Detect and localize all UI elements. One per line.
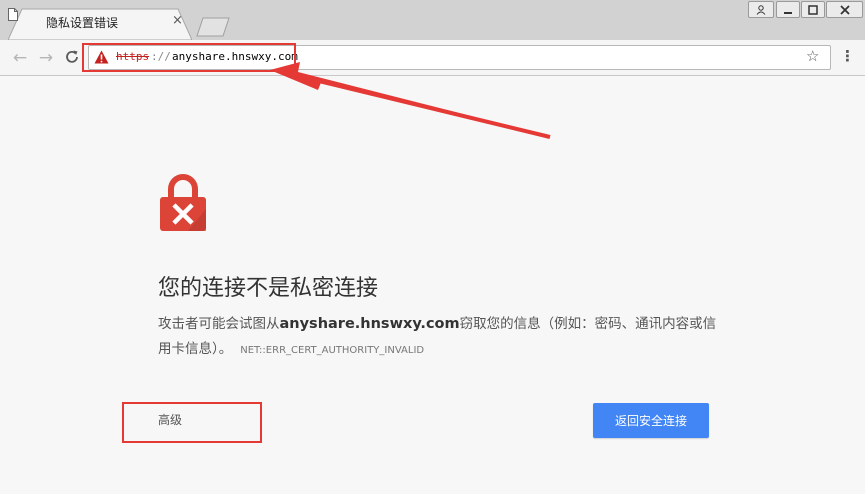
error-description: 攻击者可能会试图从anyshare.hnswxy.com窃取您的信息（例如：密码… [158, 312, 718, 363]
menu-icon[interactable]: ⋮ [840, 47, 855, 65]
page-title: 您的连接不是私密连接 [158, 276, 379, 301]
minimize-icon[interactable] [776, 1, 800, 18]
tab-close-icon[interactable]: × [172, 13, 183, 28]
maximize-icon[interactable] [801, 1, 825, 18]
close-icon[interactable] [826, 1, 863, 18]
url-highlight-box [82, 43, 296, 72]
forward-button[interactable]: → [34, 47, 58, 69]
error-code[interactable]: NET::ERR_CERT_AUTHORITY_INVALID [240, 345, 424, 356]
reload-button[interactable] [61, 45, 83, 69]
advanced-highlight-box [122, 402, 262, 443]
back-button[interactable]: ← [8, 47, 32, 69]
tab-active[interactable]: 隐私设置错误 × [8, 8, 192, 40]
new-tab-button[interactable] [196, 17, 230, 37]
bookmark-star-icon[interactable]: ☆ [806, 47, 819, 65]
back-to-safety-button[interactable]: 返回安全连接 [593, 403, 709, 438]
tab-title: 隐私设置错误 [46, 16, 119, 30]
desc-host: anyshare.hnswxy.com [279, 316, 460, 332]
document-icon [8, 8, 18, 21]
user-icon[interactable] [748, 1, 774, 18]
lock-error-icon [160, 174, 206, 231]
advanced-button[interactable]: 高级 [158, 411, 182, 428]
desc-prefix: 攻击者可能会试图从 [158, 316, 280, 332]
